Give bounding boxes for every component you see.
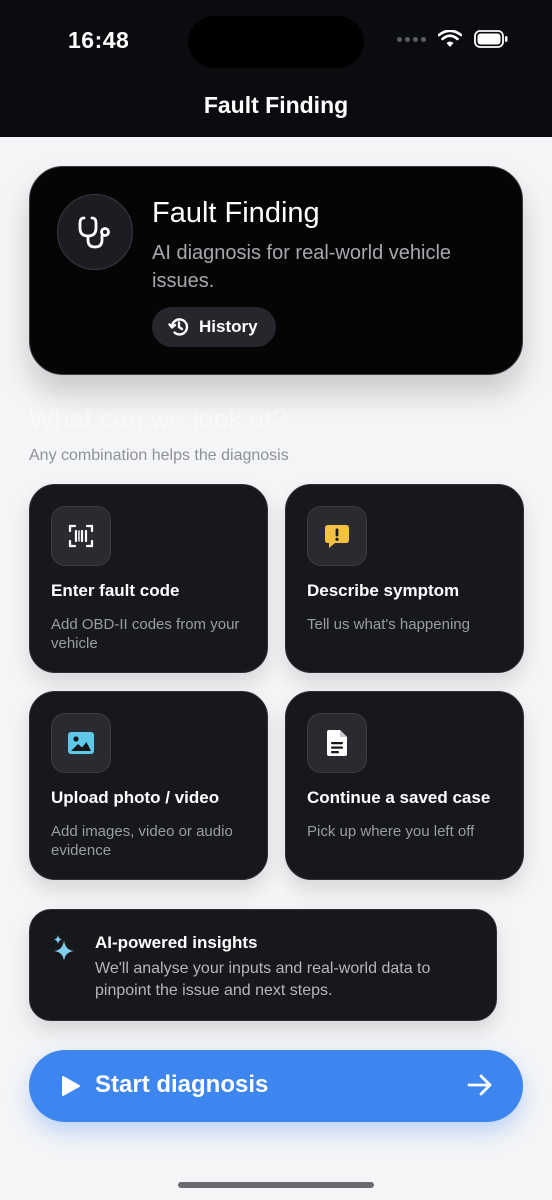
option-subtitle: Pick up where you left off [307,823,475,840]
insight-text: We'll analyse your inputs and real-world… [95,960,431,999]
option-card-upload-media[interactable]: Upload photo / video Add images, video o… [29,691,268,880]
option-subtitle: Add images, video or audio evidence [51,823,233,859]
option-title: Upload photo / video [51,788,220,807]
status-time: 16:48 [68,27,130,53]
document-icon [307,713,367,773]
option-title: Describe symptom [307,581,460,600]
image-icon [51,713,111,773]
option-card-fault-code[interactable]: Enter fault code Add OBD-II codes from y… [29,484,268,673]
option-title: Enter fault code [51,581,180,600]
home-indicator[interactable] [178,1182,374,1188]
hero-title: Fault Finding [152,197,320,229]
barcode-scan-icon [51,506,111,566]
status-icons [397,30,508,48]
signal-dots-icon [397,36,426,42]
play-icon [62,1076,80,1096]
option-card-saved-case[interactable]: Continue a saved case Pick up where you … [285,691,524,880]
stethoscope-icon [57,194,133,270]
start-diagnosis-label: Start diagnosis [95,1071,269,1098]
hero-card: Fault Finding AI diagnosis for real-worl… [29,166,523,375]
history-clock-icon [168,318,189,336]
sparkles-icon [54,935,74,961]
section-subtitle: Any combination helps the diagnosis [29,447,289,464]
nav-title: Fault Finding [203,92,349,118]
section-title: What can we look at? [29,404,288,434]
battery-icon [474,30,508,48]
top-bar: 16:48 Fault Finding [0,0,552,137]
option-card-symptom[interactable]: Describe symptom Tell us what's happenin… [285,484,524,673]
hero-subtitle: AI diagnosis for real-world vehicle issu… [152,242,452,292]
start-diagnosis-button[interactable]: Start diagnosis [29,1050,523,1122]
wifi-icon [438,30,462,47]
alert-message-icon [307,506,367,566]
arrow-right-icon [467,1074,492,1096]
option-title: Continue a saved case [307,788,491,807]
option-subtitle: Add OBD-II codes from your vehicle [51,616,240,652]
option-subtitle: Tell us what's happening [307,616,470,633]
ai-insights-card: AI-powered insights We'll analyse your i… [29,909,497,1021]
insight-title: AI-powered insights [95,933,258,952]
dynamic-island [188,16,364,68]
history-button[interactable]: History [152,307,276,347]
history-label: History [199,317,258,336]
